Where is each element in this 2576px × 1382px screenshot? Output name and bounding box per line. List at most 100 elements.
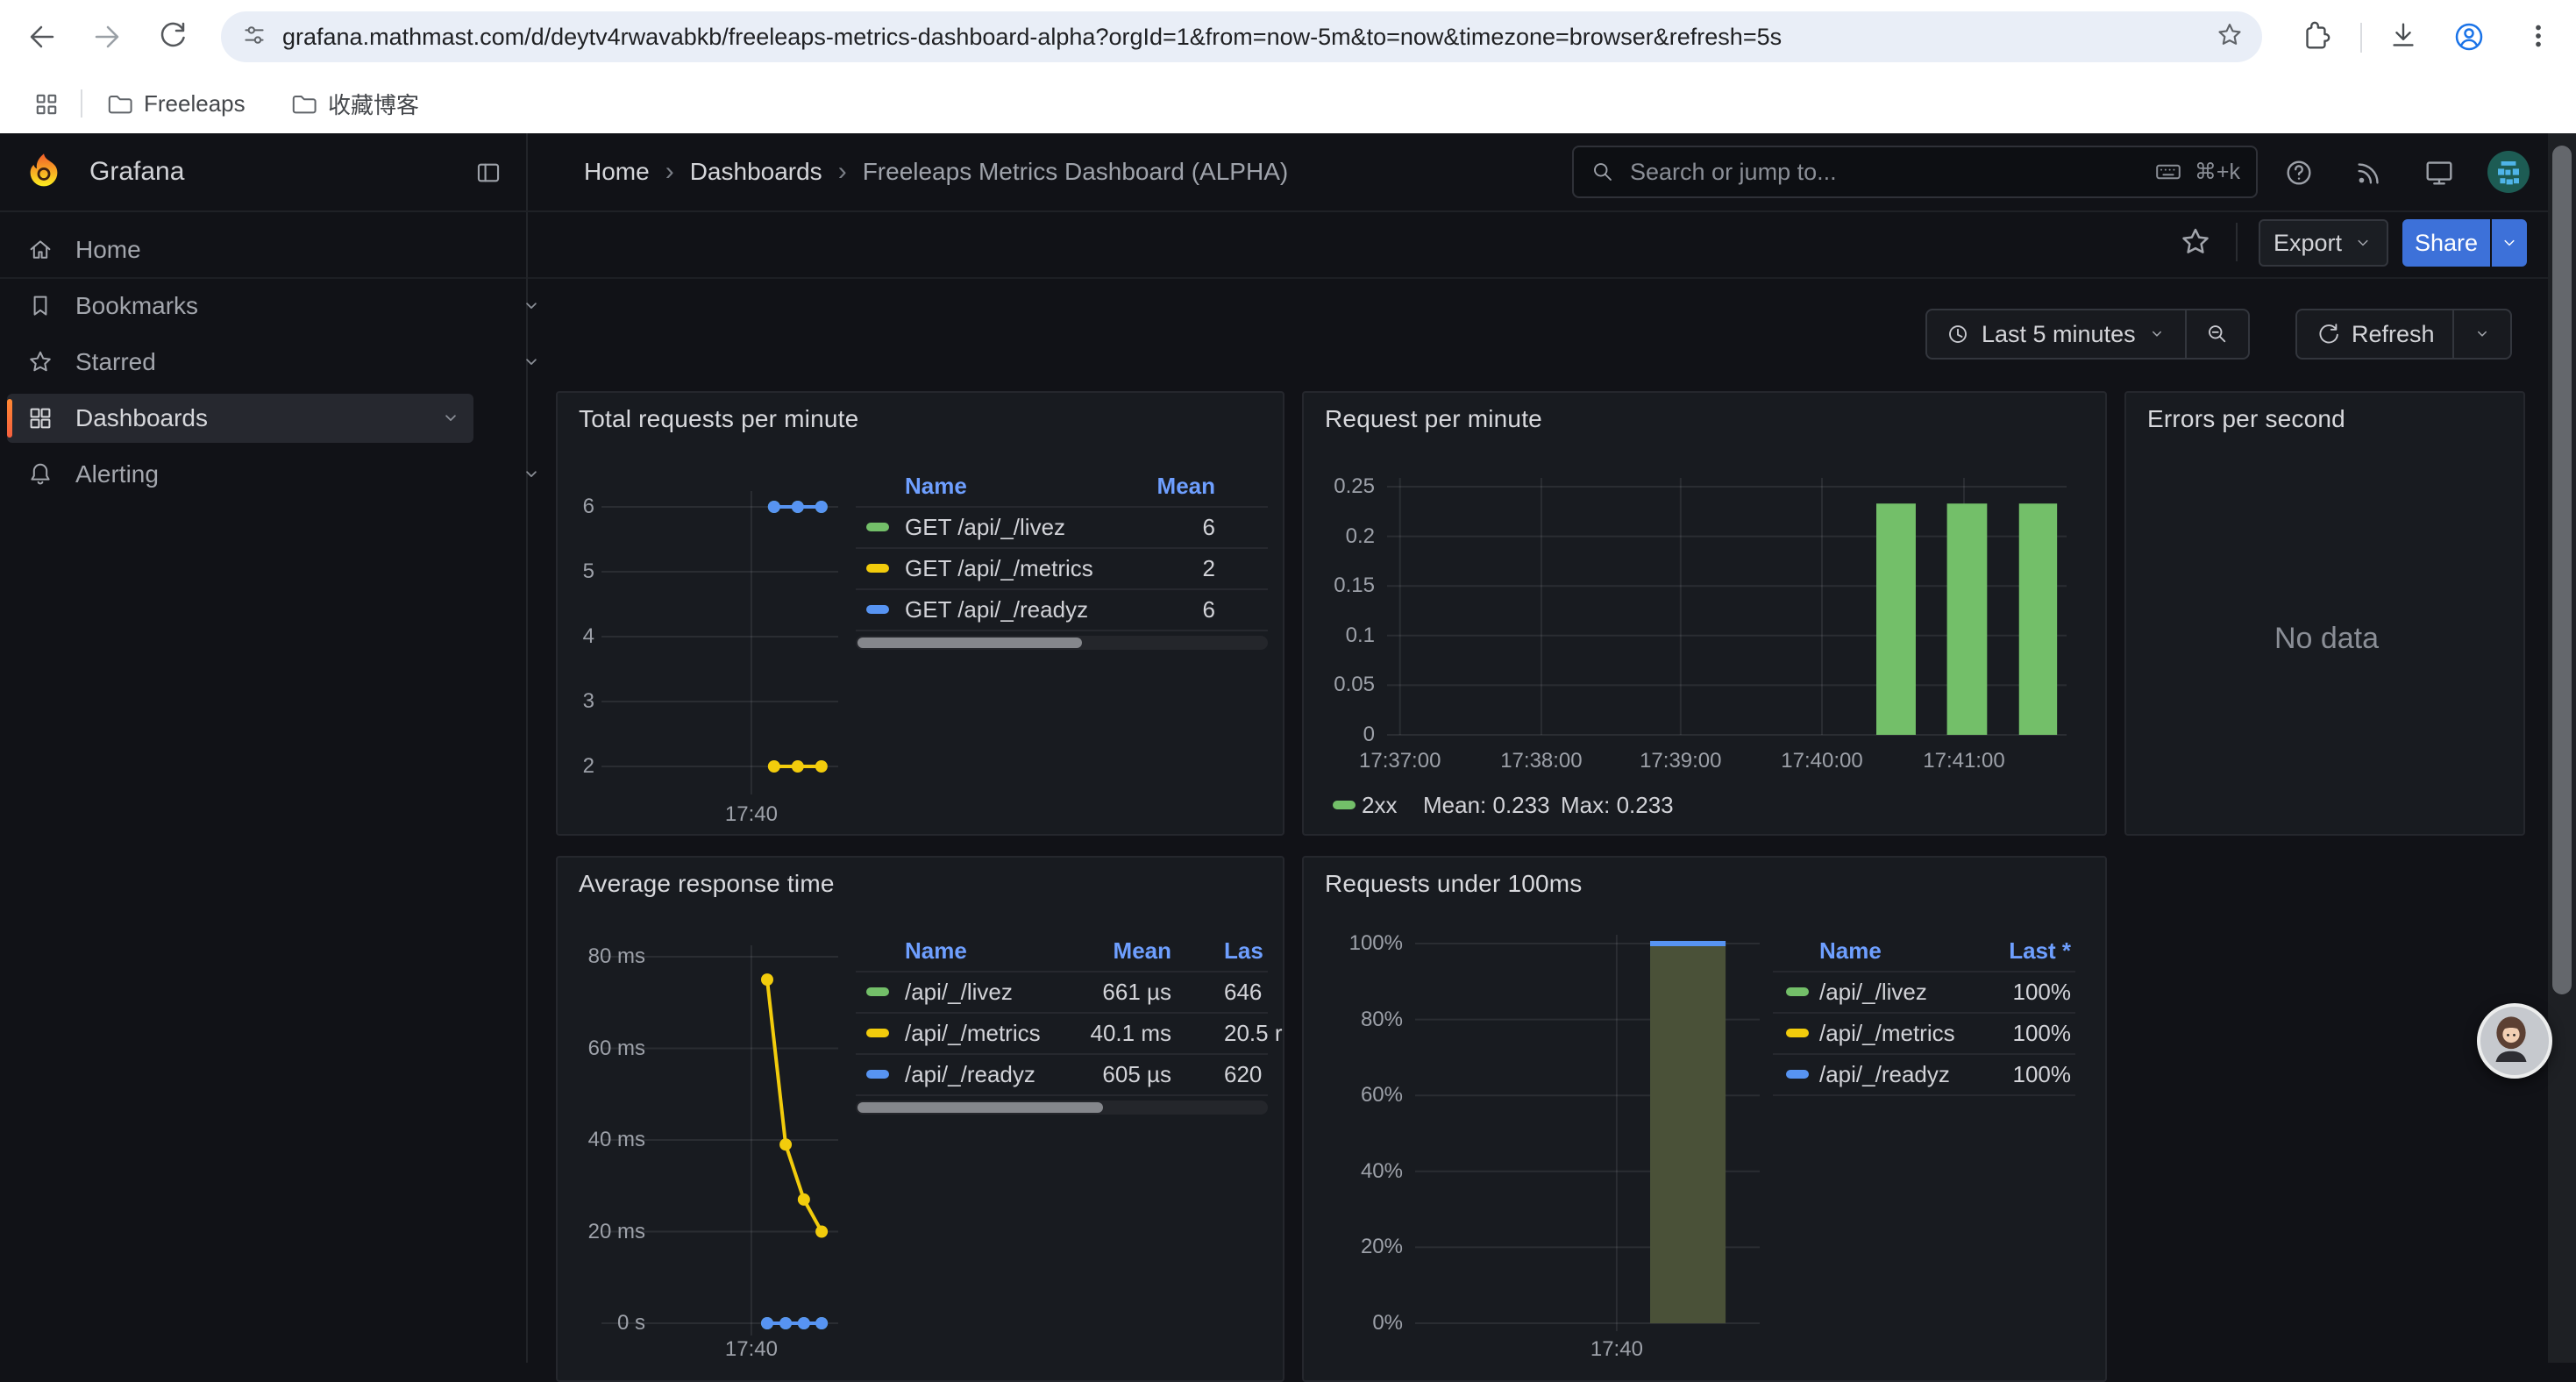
page-scrollbar[interactable] [2548, 133, 2576, 1363]
address-bar[interactable] [221, 11, 2262, 62]
browser-menu-icon[interactable] [2522, 19, 2557, 54]
legend-divider [856, 547, 1268, 549]
series-color-pill[interactable] [866, 1070, 889, 1079]
user-avatar[interactable] [2487, 151, 2530, 193]
bookmark-folder-blogs[interactable]: 收藏博客 [289, 82, 419, 125]
sidebar-item-alerting[interactable]: Alerting [7, 450, 514, 499]
x-tick-label: 17:40 [1538, 1336, 1696, 1364]
series-color-pill[interactable] [1333, 801, 1356, 809]
breadcrumb-home[interactable]: Home [584, 158, 650, 186]
panel-content: 0.250.20.150.10.05017:37:0017:38:0017:39… [1304, 393, 2107, 836]
legend-divider [856, 588, 1268, 590]
legend-value: 20.5 r [1224, 1019, 1284, 1047]
legend-stat: Mean: 0.233 [1423, 791, 1550, 819]
brand-title: Grafana [89, 157, 184, 187]
legend-value: 661 µs [943, 978, 1171, 1006]
time-range-picker[interactable]: Last 5 minutes [1927, 310, 2185, 358]
series-color-pill[interactable] [866, 605, 889, 614]
bookmark-star-icon[interactable] [2215, 20, 2245, 54]
grafana-logo-icon[interactable] [25, 151, 63, 194]
legend-column-header[interactable]: Las [1224, 937, 1284, 965]
share-button[interactable]: Share [2402, 219, 2490, 267]
share-menu-button[interactable] [2492, 219, 2527, 267]
x-tick-label: 17:40 [672, 1336, 830, 1364]
help-icon[interactable] [2282, 156, 2317, 191]
legend-scrollbar-thumb[interactable] [857, 638, 1082, 648]
chevron-down-icon[interactable] [438, 406, 463, 431]
series-color-pill[interactable] [866, 564, 889, 573]
site-info-icon[interactable] [240, 21, 268, 53]
y-tick-label: 80% [1321, 1006, 1403, 1034]
y-tick-label: 2 [558, 752, 594, 780]
news-icon[interactable] [2352, 156, 2387, 191]
sidebar-item-starred[interactable]: Starred [7, 338, 514, 387]
legend-value: 100% [1843, 978, 2071, 1006]
legend-series-name[interactable]: 2xx [1362, 791, 1397, 819]
search-box[interactable]: ⌘+k [1572, 146, 2258, 198]
y-tick-label: 0.2 [1304, 523, 1375, 551]
sidebar-item-home[interactable]: Home [7, 225, 514, 274]
panel-total-requests[interactable]: Total requests per minute 6543217:40Name… [556, 391, 1284, 836]
legend-value: 605 µs [943, 1060, 1171, 1088]
y-tick-label: 0.1 [1304, 622, 1375, 650]
legend-column-header[interactable]: Last * [1843, 937, 2071, 965]
extensions-icon[interactable] [2299, 19, 2334, 54]
series-color-pill[interactable] [866, 987, 889, 996]
breadcrumb-dashboards[interactable]: Dashboards [690, 158, 822, 186]
legend-column-header[interactable]: Name [905, 472, 967, 500]
bookmark-folder-label: 收藏博客 [328, 88, 419, 120]
legend-divider [856, 506, 1268, 508]
sidebar-item-bookmarks[interactable]: Bookmarks [7, 281, 514, 331]
zoom-out-button[interactable] [2187, 310, 2248, 358]
floating-avatar[interactable] [2477, 1003, 2552, 1079]
sidebar-item-dashboards[interactable]: Dashboards [7, 394, 473, 443]
y-tick-label: 60% [1321, 1081, 1403, 1109]
panel-avg-response-time[interactable]: Average response time 80 ms60 ms40 ms20 … [556, 856, 1284, 1382]
search-input[interactable] [1628, 158, 2142, 187]
star-dashboard-icon[interactable] [2178, 224, 2213, 264]
grafana-app: Grafana Home › Dashboards › Freeleaps Me… [0, 133, 2576, 1363]
series-color-pill[interactable] [866, 523, 889, 531]
legend-column-header[interactable]: Mean [987, 472, 1215, 500]
legend-divider [856, 630, 1268, 631]
export-button[interactable]: Export [2259, 219, 2388, 267]
panel-requests-under-100ms[interactable]: Requests under 100ms 100%80%60%40%20%0%1… [1302, 856, 2107, 1382]
browser-reload-icon[interactable] [154, 19, 189, 54]
refresh-button[interactable]: Refresh [2297, 310, 2452, 358]
y-tick-label: 20% [1321, 1233, 1403, 1261]
refresh-interval-button[interactable] [2454, 310, 2510, 358]
series-color-pill[interactable] [866, 1029, 889, 1037]
dock-menu-icon[interactable] [473, 158, 503, 192]
legend-divider [856, 1094, 1268, 1096]
downloads-icon[interactable] [2387, 19, 2422, 54]
bookmark-folder-freeleaps[interactable]: Freeleaps [105, 82, 246, 125]
legend-value: 2 [987, 554, 1215, 582]
y-tick-label: 3 [558, 687, 594, 716]
refresh-group: Refresh [2295, 309, 2512, 360]
panel-errors-per-second[interactable]: Errors per second No data [2124, 391, 2525, 836]
legend-divider [1773, 1094, 2075, 1096]
series-color-pill[interactable] [1786, 1070, 1809, 1079]
kiosk-monitor-icon[interactable] [2423, 156, 2458, 191]
browser-back-icon[interactable] [25, 19, 60, 54]
breadcrumb-current: Freeleaps Metrics Dashboard (ALPHA) [863, 158, 1289, 186]
page-scrollbar-thumb[interactable] [2552, 146, 2572, 994]
apps-grid-icon[interactable] [32, 89, 61, 124]
y-tick-label: 0.15 [1304, 572, 1375, 600]
x-tick-label: 17:40:00 [1743, 747, 1901, 775]
browser-forward-icon[interactable] [89, 19, 125, 54]
legend-column-header[interactable]: Mean [943, 937, 1171, 965]
profile-icon[interactable] [2451, 19, 2487, 54]
x-tick-label: 17:41:00 [1885, 747, 2043, 775]
url-input[interactable] [281, 23, 2215, 52]
y-tick-label: 80 ms [558, 943, 645, 971]
y-tick-label: 100% [1321, 930, 1403, 958]
legend-scrollbar-thumb[interactable] [857, 1102, 1103, 1113]
no-data-text: No data [2126, 622, 2525, 656]
series-color-pill[interactable] [1786, 987, 1809, 996]
series-color-pill[interactable] [1786, 1029, 1809, 1037]
y-tick-label: 5 [558, 558, 594, 586]
panel-request-per-minute[interactable]: Request per minute 0.250.20.150.10.05017… [1302, 391, 2107, 836]
y-tick-label: 4 [558, 623, 594, 651]
legend-value: 40.1 ms [943, 1019, 1171, 1047]
